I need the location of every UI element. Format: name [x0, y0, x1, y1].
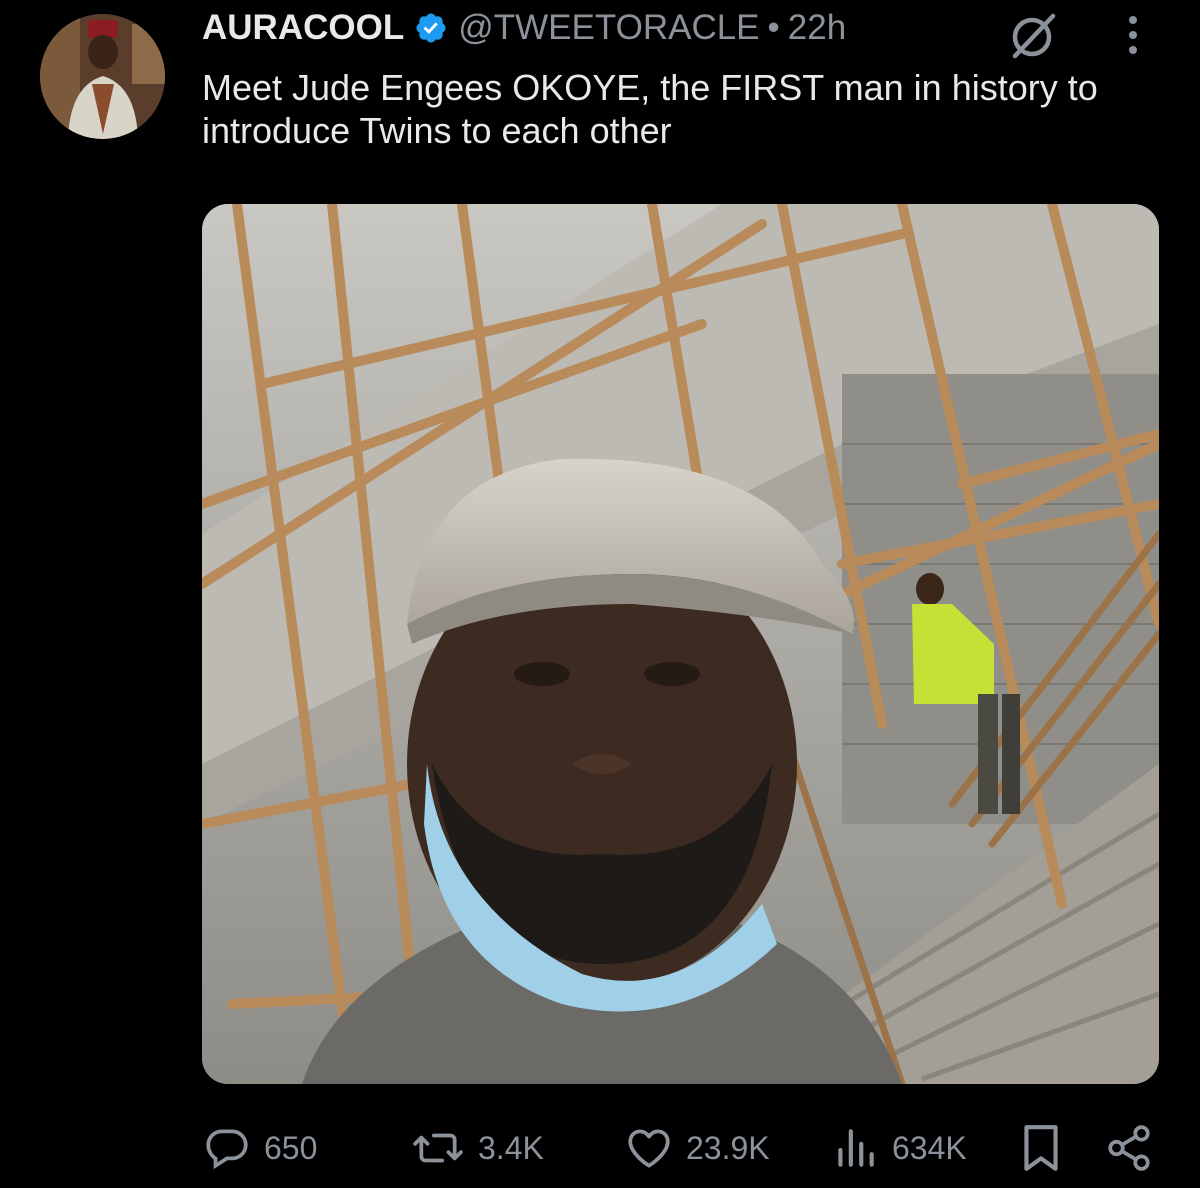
reply-icon — [206, 1129, 248, 1170]
share-button[interactable] — [1104, 1118, 1154, 1178]
like-count: 23.9K — [686, 1129, 770, 1166]
more-options-icon[interactable] — [1118, 12, 1148, 58]
view-count: 634K — [892, 1129, 967, 1166]
bookmark-icon — [1024, 1125, 1058, 1171]
tweet-header: AURACOOL @TWEETORACLE • 22h — [202, 8, 846, 48]
verified-badge-icon — [414, 11, 448, 45]
views-button[interactable]: 634K — [830, 1118, 967, 1178]
tweet-actions: 650 3.4K 23.9K 634K — [200, 1118, 1160, 1178]
like-button[interactable]: 23.9K — [624, 1118, 770, 1178]
grok-icon[interactable] — [1005, 6, 1063, 64]
views-chart-icon — [838, 1129, 874, 1167]
avatar[interactable] — [40, 14, 165, 139]
tweet: AURACOOL @TWEETORACLE • 22h Meet Jude En… — [0, 0, 1200, 1188]
bookmark-button[interactable] — [1016, 1118, 1066, 1178]
avatar-image — [40, 14, 165, 139]
repost-count: 3.4K — [478, 1129, 544, 1166]
repost-icon — [413, 1133, 463, 1163]
heart-icon — [628, 1129, 670, 1168]
display-name[interactable]: AURACOOL — [202, 8, 404, 48]
tweet-media-image[interactable] — [202, 204, 1159, 1084]
tweet-timestamp[interactable]: 22h — [788, 8, 846, 48]
repost-button[interactable]: 3.4K — [410, 1118, 544, 1178]
reply-count: 650 — [264, 1129, 318, 1166]
reply-button[interactable]: 650 — [202, 1118, 317, 1178]
author-handle[interactable]: @TWEETORACLE — [458, 8, 759, 48]
tweet-text: Meet Jude Engees OKOYE, the FIRST man in… — [202, 67, 1098, 151]
share-icon — [1108, 1125, 1150, 1171]
separator-dot: • — [767, 8, 780, 47]
